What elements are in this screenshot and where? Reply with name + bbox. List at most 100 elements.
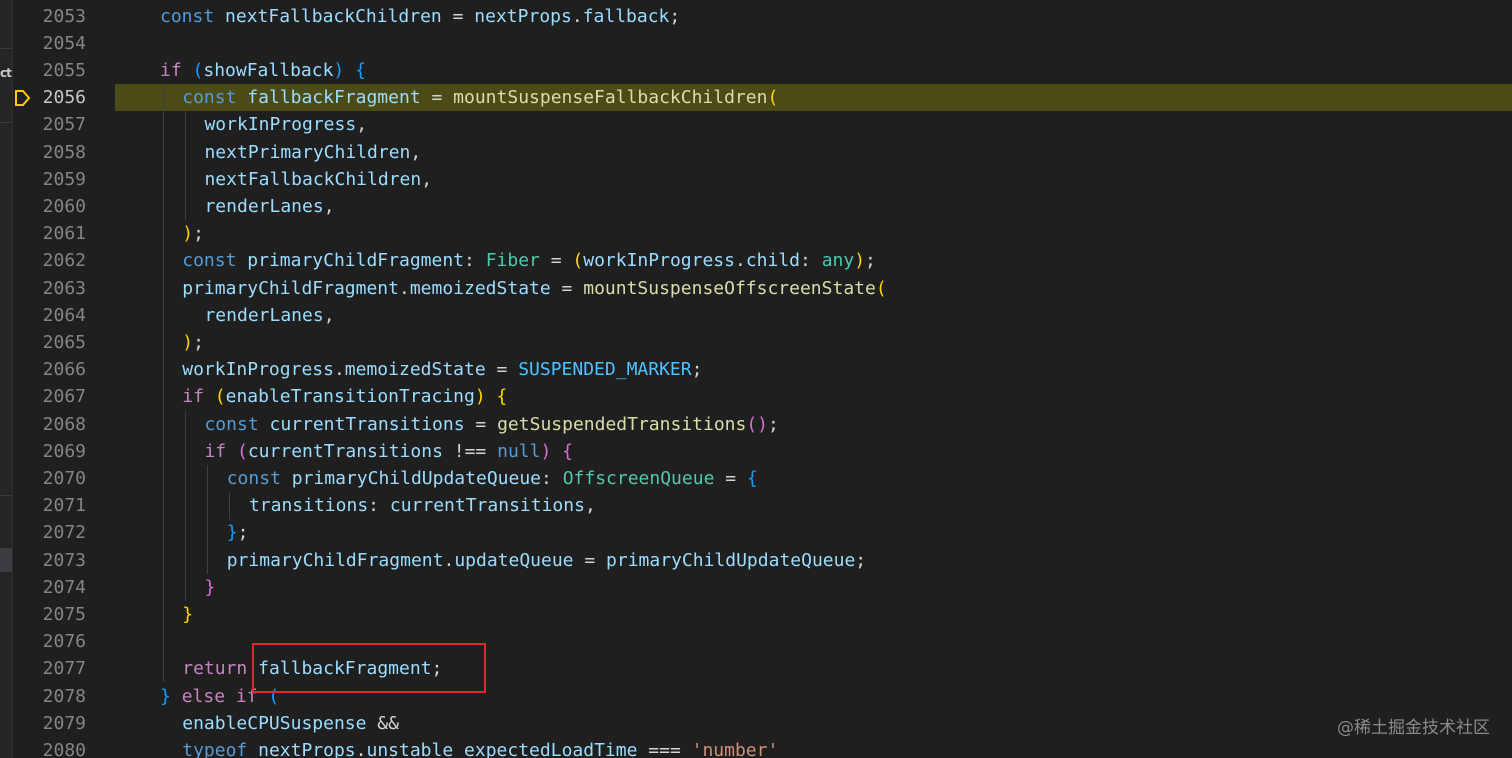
code-token: } — [160, 685, 171, 707]
code-line[interactable]: 2062 const primaryChildFragment: Fiber = … — [0, 247, 1500, 274]
code-token: ; — [865, 250, 876, 272]
code-token: nextProps — [258, 739, 356, 758]
line-code: } — [204, 574, 215, 601]
code-token: 'number' — [691, 739, 779, 758]
code-line[interactable]: 2053 const nextFallbackChildren = nextPro… — [0, 3, 1500, 30]
code-line[interactable]: 2073 primaryChildFragment.updateQueue = p… — [0, 547, 1500, 574]
code-token: = — [441, 5, 475, 27]
code-token: ; — [193, 223, 204, 245]
code-token: !== — [442, 440, 498, 462]
code-token: transitions — [248, 495, 369, 517]
code-token: const — [204, 413, 259, 435]
code-line[interactable]: 2056 const fallbackFragment = mountSuspen… — [0, 84, 1500, 111]
indent-guide — [207, 464, 209, 574]
code-line[interactable]: 2059 nextFallbackChildren, — [0, 166, 1500, 193]
line-number: 2080 — [42, 739, 86, 758]
code-line[interactable]: 2070 const primaryChildUpdateQueue: Offsc… — [0, 465, 1500, 492]
code-token: . — [443, 549, 455, 571]
code-token: ; — [193, 331, 204, 353]
code-line[interactable]: 2076 — [0, 628, 1500, 655]
code-token: } — [226, 522, 238, 544]
code-line[interactable]: 2079 enableCPUSuspense && — [0, 710, 1500, 737]
code-line[interactable]: 2077 return fallbackFragment; — [0, 655, 1500, 682]
line-number: 2072 — [42, 522, 86, 544]
code-token: const — [226, 467, 281, 489]
code-line[interactable]: 2057 workInProgress, — [0, 111, 1500, 138]
code-line[interactable]: 2064 renderLanes, — [0, 302, 1500, 329]
code-line[interactable]: 2055 if (showFallback) { — [0, 57, 1500, 84]
line-code: enableCPUSuspense && — [182, 710, 410, 737]
code-line[interactable]: 2058 nextPrimaryChildren, — [0, 139, 1500, 166]
code-token: = — [420, 87, 454, 109]
line-code: if (enableTransitionTracing) { — [182, 383, 507, 410]
code-token: = — [464, 413, 498, 435]
code-line[interactable]: 2067 if (enableTransitionTracing) { — [0, 383, 1500, 410]
code-line[interactable]: 2074} — [0, 574, 1500, 601]
code-token: nextFallbackChildren — [225, 5, 442, 27]
code-line[interactable]: 2065); — [0, 329, 1500, 356]
code-line[interactable]: 2054 — [0, 30, 1500, 57]
code-token: mountSuspenseFallbackChildren — [453, 87, 768, 109]
code-token: , — [410, 141, 422, 163]
line-number: 2057 — [42, 114, 86, 136]
code-token: primaryChildFragment — [247, 250, 465, 272]
watermark-text: @稀土掘金技术社区 — [1337, 718, 1490, 738]
code-line[interactable]: 2072}; — [0, 519, 1500, 546]
line-code: const currentTransitions = getSuspendedT… — [204, 411, 778, 438]
code-token: && — [366, 712, 410, 734]
line-number: 2058 — [42, 141, 86, 163]
code-line[interactable]: 2061); — [0, 220, 1500, 247]
code-token: . — [571, 5, 583, 27]
code-line[interactable]: 2066 workInProgress.memoizedState = SUSPE… — [0, 356, 1500, 383]
annotation-highlight-box — [252, 643, 486, 693]
code-line[interactable]: 2080 typeof nextProps.unstable_expectedLo… — [0, 737, 1500, 758]
code-token: } — [204, 576, 216, 598]
code-token: if — [182, 386, 204, 408]
code-token: workInProgress — [182, 359, 334, 381]
indent-guide — [184, 111, 186, 221]
code-token: ) — [333, 59, 345, 81]
line-number: 2054 — [42, 32, 86, 54]
paused-breakpoint-icon[interactable] — [14, 89, 32, 107]
code-line[interactable]: 2069 if (currentTransitions !== null) { — [0, 438, 1500, 465]
code-token: const — [182, 87, 237, 109]
line-code: nextPrimaryChildren, — [204, 139, 421, 166]
code-line[interactable]: 2060 renderLanes, — [0, 193, 1500, 220]
line-code: transitions: currentTransitions, — [249, 492, 596, 519]
line-number: 2073 — [42, 549, 86, 571]
line-number: 2061 — [42, 223, 86, 245]
line-code: primaryChildFragment.memoizedState = mou… — [182, 275, 886, 302]
code-token: , — [323, 195, 335, 217]
code-token: primaryChildUpdateQueue — [606, 549, 856, 571]
code-line[interactable]: 2068 const currentTransitions = getSuspen… — [0, 411, 1500, 438]
code-line[interactable]: 2063 primaryChildFragment.memoizedState =… — [0, 275, 1500, 302]
line-code: nextFallbackChildren, — [204, 166, 432, 193]
code-token: currentTransitions — [389, 495, 585, 517]
code-token: : — [800, 250, 822, 272]
code-token: memoizedState — [409, 277, 551, 299]
code-token: updateQueue — [454, 549, 574, 571]
code-token: . — [734, 250, 746, 272]
code-token: SUSPENDED_MARKER — [518, 359, 692, 381]
code-line[interactable]: 2075} — [0, 601, 1500, 628]
code-token: , — [584, 495, 596, 517]
line-number: 2071 — [42, 495, 86, 517]
code-token: fallback — [582, 5, 670, 27]
line-number: 2070 — [42, 467, 86, 489]
code-token: ( — [875, 277, 887, 299]
line-code: }; — [227, 519, 249, 546]
code-line[interactable]: 2078} else if ( — [0, 683, 1500, 710]
line-number: 2064 — [42, 304, 86, 326]
code-line[interactable]: 2071 transitions: currentTransitions, — [0, 492, 1500, 519]
code-token: } — [182, 603, 194, 625]
code-token: child — [745, 250, 800, 272]
code-token: . — [355, 739, 367, 758]
code-token: mountSuspenseOffscreenState — [583, 277, 876, 299]
indent-guide — [184, 410, 186, 601]
code-token: null — [497, 440, 541, 462]
code-token: renderLanes — [204, 304, 324, 326]
line-number: 2059 — [42, 168, 86, 190]
